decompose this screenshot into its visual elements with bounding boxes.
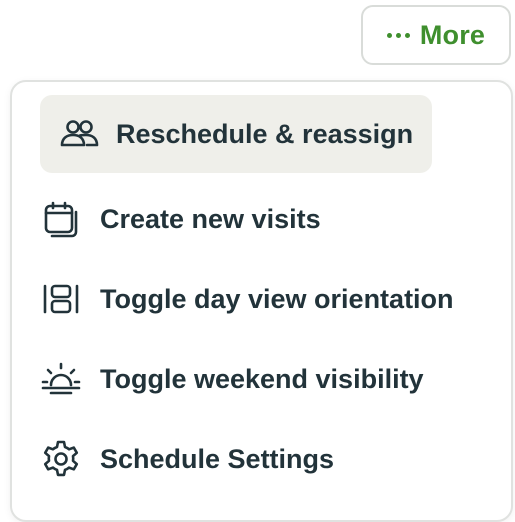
menu-item-label: Toggle day view orientation — [100, 283, 454, 314]
layout-icon — [40, 278, 82, 320]
menu-item-label: Reschedule & reassign — [116, 118, 414, 149]
gear-icon — [40, 438, 82, 480]
more-button-label: More — [419, 19, 486, 50]
menu-item-label: Create new visits — [100, 203, 321, 234]
calendar-icon — [40, 198, 82, 240]
menu-item-toggle-weekend[interactable]: Toggle weekend visibility — [40, 340, 424, 418]
menu-item-label: Schedule Settings — [100, 443, 335, 474]
menu-item-schedule-settings[interactable]: Schedule Settings — [40, 420, 334, 498]
ellipsis-icon — [386, 32, 410, 38]
menu-item-label: Toggle weekend visibility — [100, 363, 424, 394]
menu-item-create-new-visits[interactable]: Create new visits — [40, 180, 321, 258]
menu-item-reschedule-reassign[interactable]: Reschedule & reassign — [40, 95, 432, 173]
more-menu: Reschedule & reassign Create new visits … — [10, 80, 513, 522]
menu-item-toggle-day-view[interactable]: Toggle day view orientation — [40, 260, 454, 338]
more-button[interactable]: More — [361, 5, 511, 65]
sunrise-icon — [40, 358, 82, 400]
users-icon — [58, 113, 100, 155]
